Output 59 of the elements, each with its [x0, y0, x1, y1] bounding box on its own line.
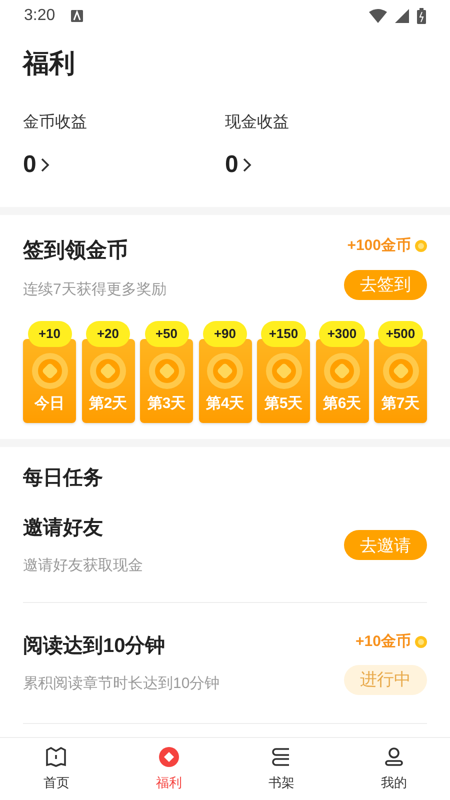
coin-icon: [415, 636, 427, 648]
day-card[interactable]: 第2天: [82, 339, 134, 423]
section-title: 签到领金币: [23, 238, 129, 264]
coin-icon: [324, 352, 360, 388]
task-description: 累积阅读章节时长达到10分钟: [23, 674, 220, 694]
day-card[interactable]: 第6天: [316, 339, 368, 423]
day-label: 第6天: [322, 394, 362, 414]
day-label: 第3天: [147, 394, 186, 414]
day-label: 第4天: [206, 394, 244, 414]
section-subtitle: 连续7天获得更多奖励: [23, 280, 166, 300]
day-card[interactable]: 第5天: [257, 339, 310, 423]
reward-amount: +10金币: [356, 632, 411, 652]
chevron-right-icon: [242, 157, 252, 173]
day-label: 第2天: [88, 394, 128, 414]
chevron-right-icon: [40, 157, 50, 173]
nav-tab[interactable]: 福利: [112, 738, 225, 800]
bonus-badge: +150: [260, 321, 306, 347]
day-label: 今日: [34, 394, 64, 414]
bonus-badge: +300: [319, 321, 365, 347]
notification-icon: [71, 10, 84, 22]
task-title: 邀请好友: [23, 516, 104, 541]
book-icon: [44, 745, 68, 770]
coin-icon: [148, 352, 184, 388]
task-title: 阅读达到10分钟: [23, 634, 166, 658]
earnings-link[interactable]: 0: [225, 147, 427, 183]
earnings-label: 现金收益: [225, 113, 290, 133]
day-card[interactable]: 第7天: [374, 339, 427, 423]
wifi-icon: [369, 9, 387, 23]
day-card[interactable]: 第3天: [140, 339, 193, 423]
coin-icon: [266, 352, 302, 388]
bonus-badge: +20: [86, 321, 130, 347]
coin-icon: [382, 352, 418, 388]
earnings-label: 金币收益: [23, 112, 88, 133]
earnings-link[interactable]: 0: [23, 147, 225, 183]
nav-tab[interactable]: 我的: [338, 738, 450, 800]
coin-icon: [207, 352, 243, 388]
signal-icon: [395, 9, 409, 23]
battery-icon: [417, 8, 426, 24]
reward-amount: +100金币: [347, 236, 411, 256]
nav-tab[interactable]: 首页: [0, 738, 112, 800]
check-in-button[interactable]: 去签到: [344, 270, 427, 300]
coin-icon: [156, 745, 181, 770]
bonus-badge: +10: [28, 321, 72, 347]
bonus-badge: +90: [203, 321, 247, 347]
day-label: 第7天: [381, 394, 420, 414]
section-title: 每日任务: [23, 467, 103, 489]
task-description: 邀请好友获取现金: [23, 556, 143, 576]
bonus-badge: +50: [144, 321, 188, 347]
coin-icon: [32, 352, 68, 388]
bonus-badge: +500: [378, 321, 424, 347]
nav-tab[interactable]: 书架: [225, 738, 338, 800]
status-time: 3:20: [24, 6, 56, 26]
coin-icon: [415, 240, 427, 252]
day-card[interactable]: 今日: [23, 339, 76, 423]
page-title: 福利: [23, 47, 76, 80]
coin-icon: [90, 352, 126, 388]
task-button[interactable]: 去邀请: [344, 530, 427, 560]
day-card[interactable]: 第4天: [198, 339, 252, 423]
day-label: 第5天: [264, 394, 303, 414]
